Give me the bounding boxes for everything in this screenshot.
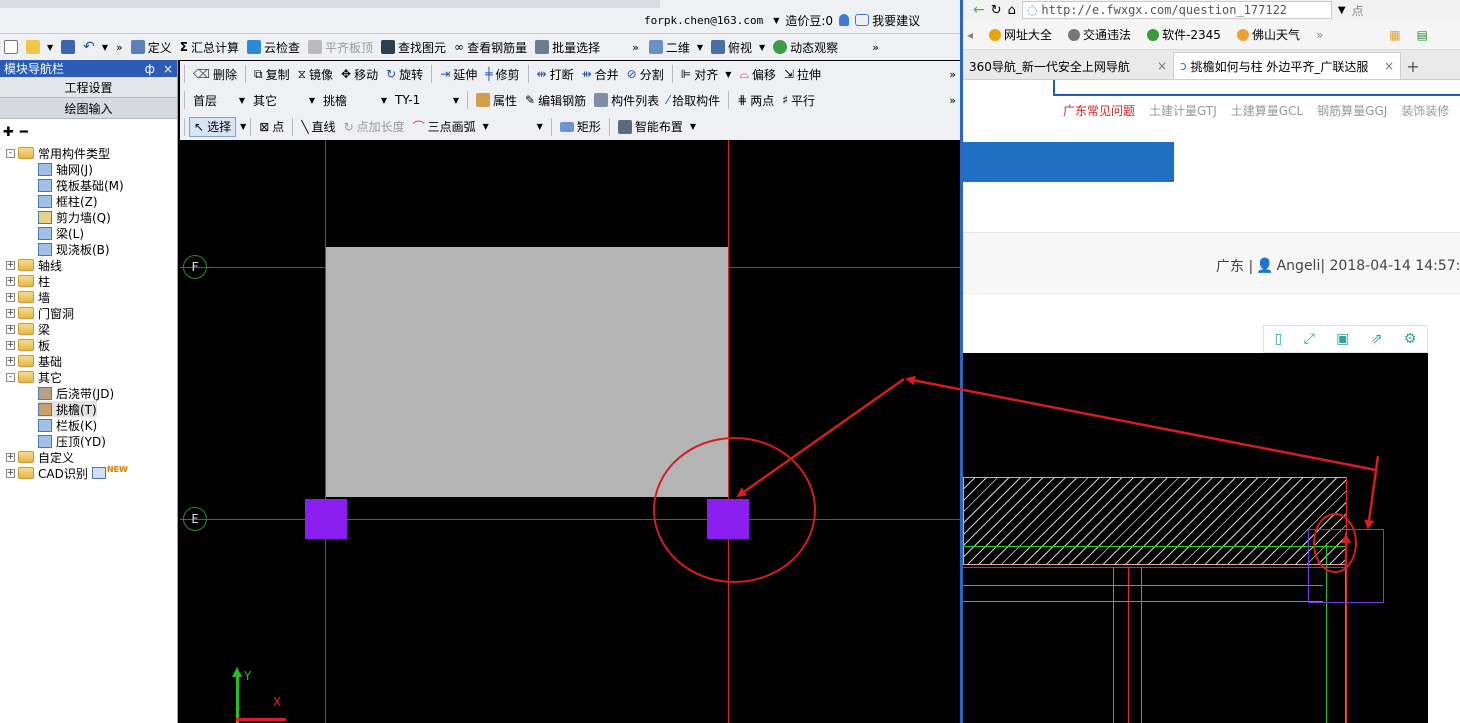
arrow-line-3 — [1364, 455, 1380, 530]
arrow-line-2 — [905, 375, 1377, 472]
arrow-line-1 — [736, 377, 905, 498]
annotation-arrows — [736, 375, 1380, 566]
